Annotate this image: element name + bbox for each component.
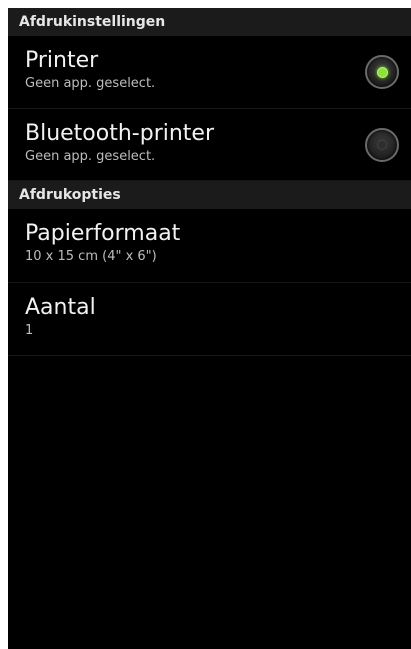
printer-option-subtitle: Geen app. geselect. <box>25 76 156 91</box>
radio-dot-inactive <box>377 140 387 150</box>
paper-size-title: Papierformaat <box>25 221 181 246</box>
paper-size-option[interactable]: Papierformaat 10 x 15 cm (4" x 6") <box>8 209 411 283</box>
print-settings-screen: Afdrukinstellingen Printer Geen app. ges… <box>8 8 411 649</box>
quantity-title: Aantal <box>25 295 96 320</box>
quantity-option[interactable]: Aantal 1 <box>8 283 411 356</box>
bluetooth-printer-option[interactable]: Bluetooth-printer Geen app. geselect. <box>8 109 411 181</box>
quantity-value: 1 <box>25 323 34 338</box>
bluetooth-printer-option-subtitle: Geen app. geselect. <box>25 149 156 164</box>
section-header-print-settings: Afdrukinstellingen <box>8 8 411 36</box>
paper-size-value: 10 x 15 cm (4" x 6") <box>25 249 157 264</box>
printer-option-title: Printer <box>25 48 99 73</box>
bluetooth-printer-option-title: Bluetooth-printer <box>25 121 215 146</box>
radio-button-unselected-icon[interactable] <box>365 128 399 162</box>
radio-button-selected-icon[interactable] <box>365 55 399 89</box>
printer-option[interactable]: Printer Geen app. geselect. <box>8 36 411 109</box>
section-header-print-options: Afdrukopties <box>8 181 411 209</box>
radio-dot-active <box>376 66 388 78</box>
